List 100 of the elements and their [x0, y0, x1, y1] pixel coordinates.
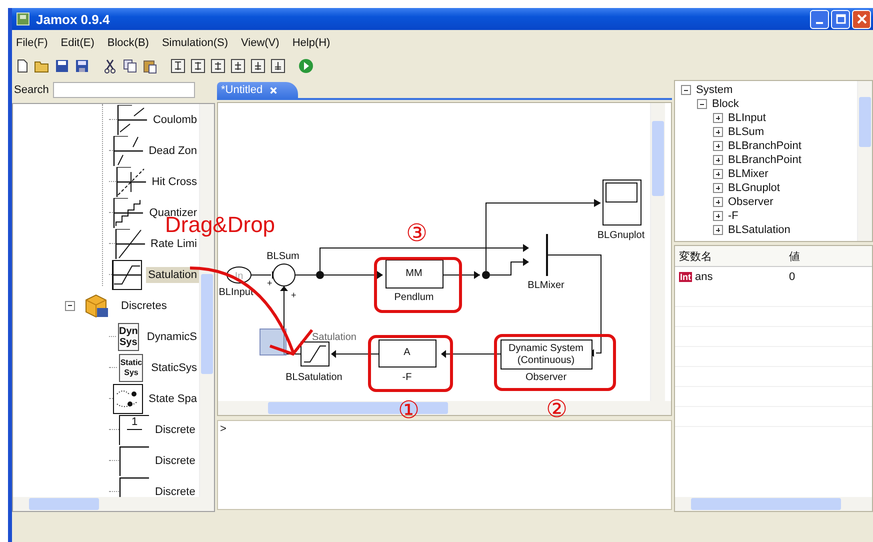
collapse-toggle[interactable] — [65, 300, 75, 310]
expand-toggle[interactable] — [681, 85, 691, 95]
horizontal-scrollbar[interactable] — [675, 497, 872, 511]
horizontal-scrollbar[interactable] — [13, 497, 214, 511]
tree-item[interactable]: BLBranchPoint — [728, 154, 802, 166]
column-header[interactable]: 値 — [783, 248, 800, 264]
library-item[interactable]: State Spa — [146, 390, 199, 406]
sign-label: + — [291, 290, 296, 300]
expand-toggle[interactable] — [713, 155, 723, 165]
library-item[interactable]: Discretes — [119, 298, 169, 314]
step-number: ③ — [406, 219, 428, 247]
block-icon — [112, 260, 142, 290]
menu-item[interactable]: File(F) — [16, 37, 48, 49]
expand-toggle[interactable] — [713, 141, 723, 151]
block-icon — [116, 166, 146, 196]
tree-item[interactable]: Block — [712, 98, 739, 110]
library-item[interactable]: Rate Limi — [148, 236, 199, 252]
scissors-icon[interactable] — [102, 58, 118, 74]
maximize-button[interactable] — [831, 10, 850, 28]
observer-block[interactable] — [500, 340, 592, 370]
console-prompt: > — [220, 423, 226, 435]
gain-block[interactable] — [378, 340, 436, 368]
expand-toggle[interactable] — [713, 127, 723, 137]
block-icon — [112, 384, 143, 414]
block-tool-icon[interactable] — [230, 58, 246, 74]
library-item[interactable]: Discrete — [153, 452, 198, 468]
library-item[interactable]: DynamicS — [144, 328, 199, 344]
tree-item[interactable]: BLSatulation — [728, 224, 790, 236]
table-cell-text: 0 — [788, 270, 796, 285]
expand-toggle[interactable] — [713, 225, 723, 235]
block-label: -F — [402, 372, 412, 383]
menu-item[interactable]: Simulation(S) — [162, 37, 228, 49]
signal-arrow — [441, 350, 502, 358]
block-label: BLMixer — [528, 280, 564, 291]
library-item[interactable]: Dead Zon — [146, 142, 199, 158]
tree-item[interactable]: System — [696, 84, 733, 96]
scope-block[interactable] — [602, 180, 642, 226]
menu-item[interactable]: Block(B) — [107, 37, 149, 49]
run-icon[interactable] — [298, 58, 314, 74]
branch-point — [482, 271, 490, 279]
library-item[interactable]: Discrete — [153, 422, 198, 438]
step-number: ② — [546, 395, 568, 423]
expand-toggle[interactable] — [713, 113, 723, 123]
expand-toggle[interactable] — [713, 211, 723, 221]
block-tool-icon[interactable] — [170, 58, 186, 74]
vertical-scrollbar[interactable] — [650, 103, 665, 401]
input-block[interactable] — [226, 266, 252, 284]
tree-item[interactable]: BLInput — [728, 112, 766, 124]
save-icon[interactable] — [54, 58, 70, 74]
drag-preview — [260, 328, 286, 356]
close-button[interactable] — [852, 10, 871, 28]
library-item[interactable]: Coulomb — [150, 112, 199, 128]
console-area[interactable]: > — [217, 420, 672, 510]
minimize-button[interactable] — [810, 10, 829, 28]
library-item[interactable]: Discrete — [153, 484, 198, 497]
drag-preview-label: Satulation — [312, 332, 356, 343]
expand-toggle[interactable] — [713, 183, 723, 193]
block-text: Dynamic System — [508, 343, 584, 354]
tree-item[interactable]: BLGnuplot — [728, 182, 780, 194]
close-icon — [856, 14, 866, 24]
block-text: MM — [406, 268, 422, 279]
save-icon[interactable] — [74, 58, 90, 74]
sum-block[interactable] — [272, 264, 296, 286]
expand-toggle[interactable] — [697, 99, 707, 109]
expand-toggle[interactable] — [713, 169, 723, 179]
library-item[interactable]: Satulation — [146, 266, 199, 282]
vertical-scrollbar[interactable] — [857, 81, 872, 241]
block-tool-icon[interactable] — [210, 58, 226, 74]
menu-item[interactable]: View(V) — [241, 37, 280, 49]
library-item[interactable]: Hit Cross — [150, 174, 199, 190]
minimize-icon — [816, 22, 823, 24]
copy-icon[interactable] — [122, 58, 138, 74]
block-tool-icon[interactable] — [270, 58, 286, 74]
search-field[interactable] — [52, 82, 195, 98]
block-icon — [112, 136, 143, 166]
block-tool-icon[interactable] — [250, 58, 266, 74]
block-icon — [114, 228, 145, 258]
column-header[interactable]: 変数名 — [675, 248, 783, 264]
block-icon: Dyn Sys — [118, 322, 139, 350]
tree-item[interactable]: BLBranchPoint — [728, 140, 802, 152]
tree-item[interactable]: BLMixer — [728, 168, 768, 180]
block-tool-icon[interactable] — [190, 58, 206, 74]
expand-toggle[interactable] — [713, 197, 723, 207]
block-label: BLInput — [218, 287, 254, 298]
block-text: A — [404, 347, 410, 358]
close-icon[interactable] — [268, 86, 278, 94]
branch-point — [316, 271, 324, 279]
menu-item[interactable]: Help(H) — [292, 37, 330, 49]
block-icon — [113, 198, 144, 228]
sign-label: + — [267, 278, 272, 288]
menu-item[interactable]: Edit(E) — [60, 37, 94, 49]
maximize-icon — [836, 14, 846, 24]
editor-tab[interactable]: *Untitled — [217, 82, 298, 98]
tree-item[interactable]: -F — [728, 210, 738, 222]
paste-icon[interactable] — [142, 58, 158, 74]
tree-item[interactable]: BLSum — [728, 126, 764, 138]
saturation-block[interactable] — [300, 342, 330, 366]
tree-item[interactable]: Observer — [728, 196, 774, 208]
library-item[interactable]: StaticSys — [149, 360, 199, 376]
pendulum-block[interactable] — [386, 260, 444, 288]
